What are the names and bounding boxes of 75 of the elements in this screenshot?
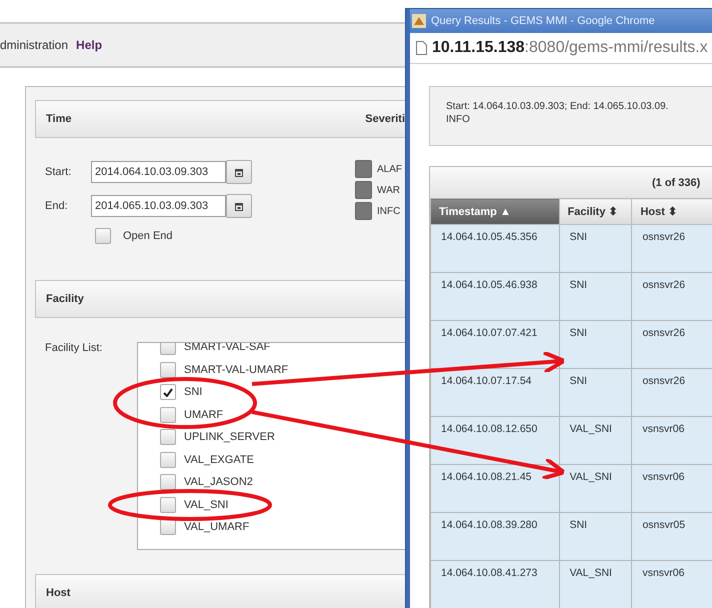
section-title: Facility	[46, 293, 84, 305]
address-bar[interactable]: 10.11.15.138:8080/gems-mmi/results.x	[410, 33, 712, 64]
page-count: (1 of 336)	[652, 176, 700, 188]
table-cell: osnsvr26	[632, 224, 712, 272]
checkbox[interactable]	[160, 343, 176, 356]
table-cell: osnsvr26	[632, 368, 712, 416]
list-item-label[interactable]: SNI	[184, 386, 202, 398]
column-header[interactable]: Timestamp ▲	[430, 198, 560, 224]
list-item-label[interactable]: VAL_SNI	[184, 498, 228, 511]
checkbox[interactable]	[95, 228, 111, 244]
table-cell: 14.064.10.05.45.356	[430, 224, 560, 272]
table-cell: 14.064.10.08.21.45	[430, 464, 560, 512]
severity-label: WAR	[377, 184, 400, 196]
table-cell: SNI	[559, 368, 632, 416]
list-item-label[interactable]: VAL_JASON2	[184, 476, 253, 488]
list-item-label[interactable]: VAL_UMARF	[184, 521, 250, 534]
table-cell: VAL_SNI	[559, 560, 632, 608]
checkbox[interactable]	[160, 362, 176, 378]
table-cell: 14.064.10.08.39.280	[430, 512, 560, 560]
checkbox[interactable]	[160, 474, 176, 490]
section-title: Severiti	[365, 113, 405, 125]
calendar-icon	[235, 168, 243, 176]
check-icon	[163, 388, 173, 397]
checkbox[interactable]	[160, 496, 176, 513]
table-cell: 14.064.10.08.41.273	[430, 560, 560, 608]
table-cell: vsnsvr06	[632, 560, 712, 608]
table-cell: vsnsvr06	[632, 416, 712, 464]
table-cell: vsnsvr06	[632, 464, 712, 512]
severity-checkbox[interactable]	[355, 181, 372, 199]
severity-checkbox[interactable]	[355, 160, 372, 178]
list-item-label[interactable]: SMART-VAL-UMARF	[184, 364, 288, 376]
section-title: Host	[46, 587, 70, 599]
table-cell: 14.064.10.07.07.421	[430, 320, 560, 368]
field-label: Facility List:	[45, 342, 104, 356]
field-label: Start:	[45, 166, 72, 178]
section-title: Time	[46, 113, 72, 125]
severity-checkbox[interactable]	[355, 202, 372, 220]
list-item-label[interactable]: UMARF	[184, 408, 224, 421]
summary-text: Start: 14.064.10.03.09.303; End: 14.065.10.03.09.	[446, 101, 670, 114]
calendar-button[interactable]	[226, 194, 252, 218]
checkbox[interactable]	[160, 384, 176, 400]
checkbox-label: Open End	[123, 230, 173, 242]
column-header[interactable]: Facility ⬍	[559, 198, 632, 224]
calendar-icon	[235, 202, 243, 210]
url-text: 10.11.15.138:8080/gems-mmi/results.x	[432, 39, 708, 57]
table-cell: SNI	[559, 272, 632, 320]
app-icon	[412, 14, 426, 28]
table-cell: osnsvr26	[632, 320, 712, 368]
page-icon	[416, 41, 427, 55]
menu-item[interactable]: dministration	[0, 38, 68, 52]
table-cell: 14.064.10.08.12.650	[430, 416, 560, 464]
table-cell: 14.064.10.07.17.54	[430, 368, 560, 416]
date-field[interactable]: 2014.064.10.03.09.303	[91, 161, 226, 183]
severity-label: ALAF	[377, 164, 402, 174]
list-item-label[interactable]: VAL_EXGATE	[184, 454, 254, 466]
summary-text: INFO	[446, 114, 471, 126]
menu-item[interactable]: Help	[76, 38, 102, 52]
table-cell: osnsvr26	[632, 272, 712, 320]
date-field[interactable]: 2014.065.10.03.09.303	[91, 195, 226, 217]
field-label: End:	[45, 200, 69, 212]
checkbox[interactable]	[160, 452, 176, 468]
table-cell: SNI	[559, 512, 632, 560]
checkbox[interactable]	[160, 429, 176, 446]
column-header[interactable]: Host ⬍	[632, 198, 712, 224]
checkbox[interactable]	[160, 406, 176, 423]
table-cell: VAL_SNI	[559, 464, 632, 512]
table-cell: SNI	[559, 224, 632, 272]
table-cell: 14.064.10.05.46.938	[430, 272, 560, 320]
list-item-label[interactable]: UPLINK_SERVER	[184, 431, 275, 444]
severity-label: INFC	[377, 206, 400, 216]
table-cell: VAL_SNI	[559, 416, 632, 464]
calendar-button[interactable]	[226, 160, 252, 184]
table-cell: osnsvr05	[632, 512, 712, 560]
window-title: Query Results - GEMS MMI - Google Chrome	[431, 15, 655, 27]
table-cell: SNI	[559, 320, 632, 368]
